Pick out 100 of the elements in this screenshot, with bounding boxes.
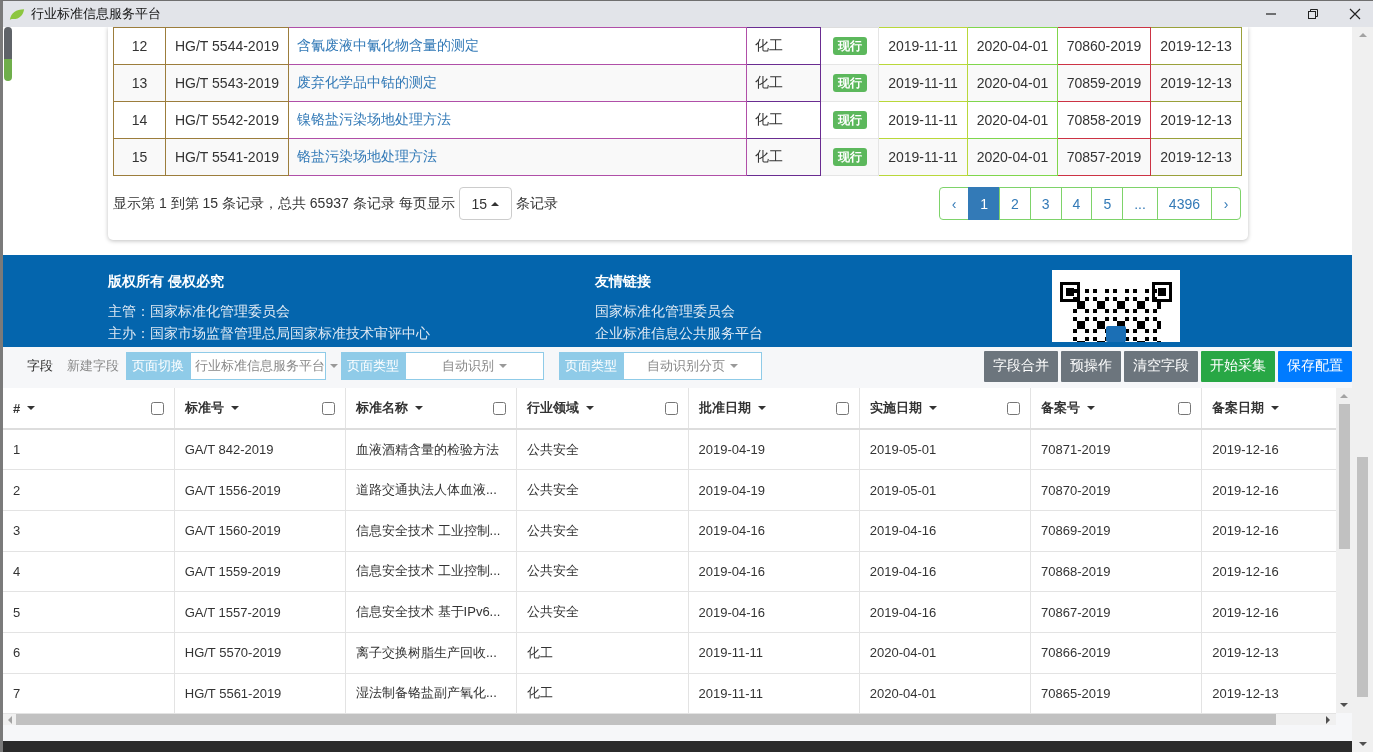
table-cell: 2019-05-01: [859, 429, 1031, 470]
table-cell: 2019-04-16: [859, 551, 1031, 592]
table-cell: 2019-12-13: [1150, 27, 1242, 65]
standard-link[interactable]: 含氰废液中氰化物含量的测定: [297, 37, 479, 53]
table-cell: 道路交通执法人体血液...: [345, 469, 517, 511]
table-cell: 70860-2019: [1057, 27, 1151, 65]
status-badge: 现行: [832, 74, 867, 92]
table-cell: 信息安全技术 基于IPv6...: [345, 591, 517, 633]
select-label: 页面切换: [126, 352, 190, 380]
table-cell: 70871-2019: [1030, 429, 1202, 470]
column-header[interactable]: 标准名称: [356, 399, 408, 417]
standard-link[interactable]: 废弃化学品中钴的测定: [297, 74, 437, 90]
page-button[interactable]: 4396: [1156, 187, 1212, 220]
toolbar-label: 字段: [27, 357, 53, 375]
caret-icon: [230, 406, 239, 410]
qr-code-icon: [1052, 270, 1180, 342]
table-cell: 2019-11-11: [878, 27, 968, 65]
new-field-button[interactable]: 新建字段: [67, 357, 119, 375]
checkbox[interactable]: [835, 401, 849, 415]
previous-page-button[interactable]: ‹: [939, 187, 970, 220]
table-cell: 5: [3, 591, 175, 633]
table-cell: GA/T 1559-2019: [174, 551, 346, 592]
table-cell: 2019-11-11: [878, 138, 968, 176]
toolbar-button[interactable]: 清空字段: [1124, 350, 1198, 382]
column-header[interactable]: #: [13, 400, 21, 416]
caret-icon: [1271, 406, 1280, 410]
close-icon[interactable]: [1349, 8, 1361, 20]
table-cell: 2020-04-01: [967, 101, 1058, 139]
page-size-dropdown[interactable]: 15: [458, 187, 513, 220]
page-button[interactable]: 2: [999, 187, 1031, 220]
footer-text: 主办：国家市场监督管理总局国家标准技术审评中心: [108, 324, 431, 343]
vertical-scrollbar[interactable]: [1336, 388, 1352, 713]
table-cell: 2019-04-16: [688, 591, 860, 633]
caret-icon: [491, 201, 500, 206]
table-cell: 公共安全: [516, 510, 688, 552]
table-cell: 70865-2019: [1030, 673, 1202, 714]
column-header[interactable]: 实施日期: [869, 399, 922, 417]
table-cell: 70868-2019: [1030, 551, 1202, 592]
table-cell: 3: [3, 510, 175, 552]
footer-link[interactable]: 企业标准信息公共服务平台: [595, 322, 1052, 344]
table-cell: 2020-04-01: [859, 673, 1031, 714]
toolbar-button[interactable]: 开始采集: [1201, 350, 1275, 382]
checkbox[interactable]: [150, 401, 164, 415]
standard-link[interactable]: 镍铬盐污染场地处理方法: [297, 111, 451, 127]
table-cell: 2020-04-01: [967, 64, 1058, 102]
table-cell: 化工: [746, 27, 821, 65]
column-header[interactable]: 备案日期: [1212, 399, 1265, 417]
table-cell: 2019-11-11: [878, 101, 968, 139]
table-cell: 化工: [516, 632, 688, 674]
table-cell: 70869-2019: [1030, 510, 1202, 552]
caret-icon: [928, 406, 937, 410]
page-button[interactable]: 5: [1091, 187, 1124, 220]
horizontal-scrollbar[interactable]: [3, 714, 1336, 726]
column-header[interactable]: 批准日期: [698, 399, 751, 417]
page-button[interactable]: 4: [1060, 187, 1093, 220]
table-cell: 2019-04-16: [688, 551, 860, 592]
dropdown[interactable]: 自动识别分页: [623, 352, 762, 380]
table-cell: 离子交换树脂生产回收...: [345, 632, 517, 674]
dropdown[interactable]: 自动识别: [405, 352, 544, 380]
page-button[interactable]: 3: [1029, 187, 1062, 220]
scroll-thumb[interactable]: [4, 27, 12, 81]
checkbox[interactable]: [1007, 401, 1020, 415]
table-cell: 6: [3, 632, 175, 674]
table-cell: 信息安全技术 工业控制...: [345, 510, 517, 552]
column-header[interactable]: 备案号: [1041, 399, 1080, 417]
restore-icon[interactable]: [1307, 8, 1319, 20]
checkbox[interactable]: [322, 401, 335, 415]
checkbox[interactable]: [493, 401, 507, 415]
column-header[interactable]: 标准号: [184, 399, 224, 417]
window-scrollbar[interactable]: [1352, 27, 1373, 752]
table-cell: 70859-2019: [1057, 64, 1151, 102]
table-cell: 2020-04-01: [967, 27, 1058, 65]
toolbar-button[interactable]: 保存配置: [1278, 350, 1352, 382]
table-cell: 70870-2019: [1030, 469, 1202, 511]
table-cell: 70857-2019: [1057, 138, 1151, 176]
table-cell: HG/T 5541-2019: [165, 138, 289, 176]
table-cell: 2019-12-13: [1150, 138, 1242, 176]
table-cell: HG/T 5542-2019: [165, 101, 289, 139]
toolbar-button[interactable]: 字段合并: [984, 350, 1058, 382]
next-page-button[interactable]: ›: [1211, 187, 1241, 220]
footer-link[interactable]: 国家标准化管理委员会: [595, 300, 1052, 322]
select-label: 页面类型: [559, 352, 623, 380]
page-button[interactable]: ...: [1122, 187, 1158, 220]
page-button[interactable]: 1: [968, 187, 1000, 220]
caret-icon: [27, 406, 36, 410]
toolbar-button[interactable]: 预操作: [1061, 350, 1121, 382]
caret-icon: [499, 364, 507, 368]
table-cell: 2020-04-01: [859, 632, 1031, 674]
checkbox[interactable]: [664, 401, 678, 415]
table-cell: 1: [3, 429, 175, 470]
caret-icon: [1087, 406, 1095, 410]
window-title: 行业标准信息服务平台: [31, 5, 161, 23]
table-cell: 化工: [746, 64, 821, 102]
table-cell: 2019-04-16: [859, 510, 1031, 552]
standard-link[interactable]: 铬盐污染场地处理方法: [297, 148, 437, 164]
caret-icon: [730, 364, 738, 368]
checkbox[interactable]: [1178, 401, 1192, 415]
table-cell: HG/T 5570-2019: [174, 632, 346, 674]
table-cell: 2019-12-13: [1150, 64, 1242, 102]
column-header[interactable]: 行业领域: [527, 399, 580, 417]
